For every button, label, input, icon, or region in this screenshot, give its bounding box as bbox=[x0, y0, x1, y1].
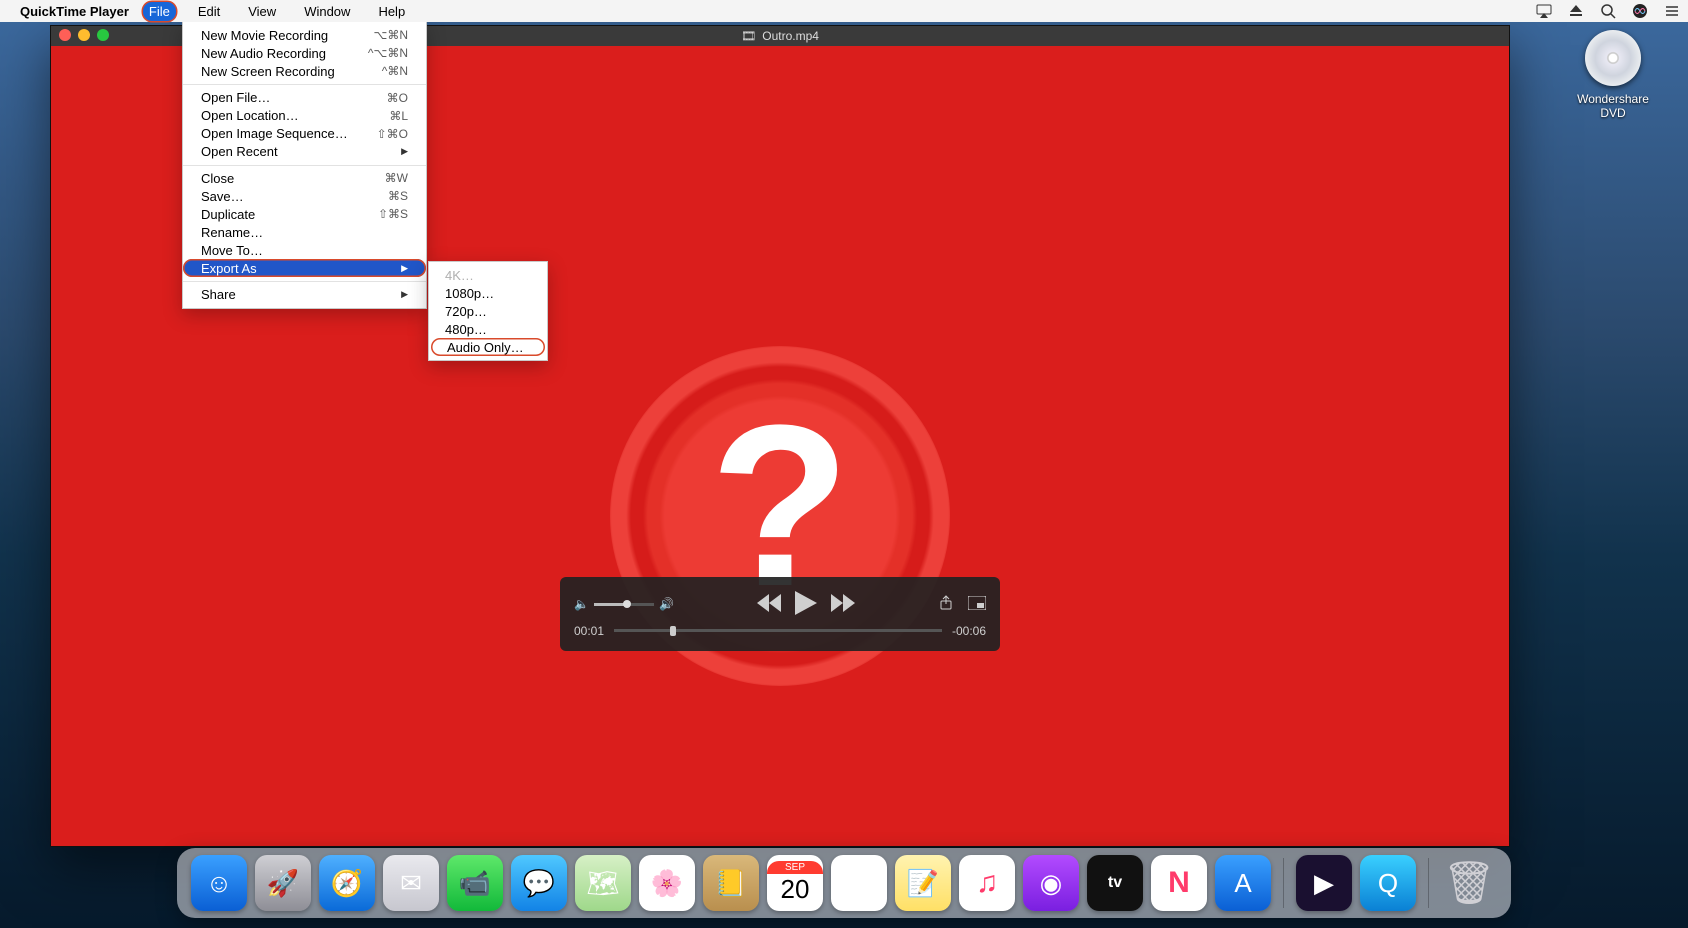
menu-open-file[interactable]: Open File…⌘O bbox=[183, 84, 426, 107]
dock-launchpad[interactable]: 🚀 bbox=[255, 855, 311, 911]
dock-quicktime[interactable]: Q bbox=[1360, 855, 1416, 911]
window-title: Outro.mp4 bbox=[762, 29, 819, 43]
player-controls: 🔈 🔊 00:01 -00:06 bbox=[560, 577, 1000, 651]
play-button[interactable] bbox=[795, 591, 817, 618]
menu-close[interactable]: Close⌘W bbox=[183, 165, 426, 188]
desktop-dvd-label: Wondershare DVD bbox=[1568, 92, 1658, 120]
desktop-dvd-icon[interactable]: Wondershare DVD bbox=[1568, 30, 1658, 120]
zoom-button[interactable] bbox=[97, 29, 109, 41]
forward-button[interactable] bbox=[831, 594, 855, 615]
file-icon: 🎞 bbox=[741, 29, 756, 43]
menu-new-audio[interactable]: New Audio Recording^⌥⌘N bbox=[183, 44, 426, 62]
close-button[interactable] bbox=[59, 29, 71, 41]
progress-slider[interactable] bbox=[614, 629, 942, 632]
export-audio-only[interactable]: Audio Only… bbox=[431, 338, 545, 356]
dock-divider bbox=[1283, 858, 1284, 908]
pip-icon[interactable] bbox=[968, 596, 986, 613]
elapsed-time: 00:01 bbox=[574, 624, 604, 638]
menu-share[interactable]: Share▶ bbox=[183, 281, 426, 304]
dock-reminders[interactable]: ≔ bbox=[831, 855, 887, 911]
list-icon[interactable] bbox=[1664, 3, 1680, 19]
dock-podcasts[interactable]: ◉ bbox=[1023, 855, 1079, 911]
menubar: QuickTime Player File Edit View Window H… bbox=[0, 0, 1688, 22]
eject-icon[interactable] bbox=[1568, 3, 1584, 19]
menu-new-movie[interactable]: New Movie Recording⌥⌘N bbox=[183, 26, 426, 44]
export-4k: 4K… bbox=[429, 266, 547, 284]
volume-mute-icon[interactable]: 🔈 bbox=[574, 597, 589, 611]
menu-move-to[interactable]: Move To… bbox=[183, 241, 426, 259]
dock-tv[interactable]: tv bbox=[1087, 855, 1143, 911]
menu-rename[interactable]: Rename… bbox=[183, 223, 426, 241]
menu-save[interactable]: Save…⌘S bbox=[183, 187, 426, 205]
remaining-time: -00:06 bbox=[952, 624, 986, 638]
menu-open-location[interactable]: Open Location…⌘L bbox=[183, 107, 426, 125]
minimize-button[interactable] bbox=[78, 29, 90, 41]
export-submenu: 4K… 1080p… 720p… 480p… Audio Only… bbox=[428, 261, 548, 361]
dock-notes[interactable]: 📝 bbox=[895, 855, 951, 911]
dock-photos[interactable]: 🌸 bbox=[639, 855, 695, 911]
airplay-icon[interactable] bbox=[1536, 3, 1552, 19]
dock: ☺🚀🧭✉︎📹💬🗺🌸📒SEP20≔📝♫◉tvNA ▶Q 🗑 bbox=[177, 848, 1511, 918]
app-name[interactable]: QuickTime Player bbox=[20, 4, 129, 19]
menu-new-screen[interactable]: New Screen Recording^⌘N bbox=[183, 62, 426, 80]
dock-maps[interactable]: 🗺 bbox=[575, 855, 631, 911]
dock-calendar[interactable]: SEP20 bbox=[767, 855, 823, 911]
rewind-button[interactable] bbox=[757, 594, 781, 615]
volume-slider[interactable] bbox=[594, 603, 654, 606]
export-720p[interactable]: 720p… bbox=[429, 302, 547, 320]
search-icon[interactable] bbox=[1600, 3, 1616, 19]
menu-window[interactable]: Window bbox=[298, 2, 356, 21]
siri-icon[interactable] bbox=[1632, 3, 1648, 19]
dock-divider bbox=[1428, 858, 1429, 908]
dock-facetime[interactable]: 📹 bbox=[447, 855, 503, 911]
export-480p[interactable]: 480p… bbox=[429, 320, 547, 338]
dock-trash[interactable]: 🗑 bbox=[1441, 855, 1497, 911]
dock-uniconverter[interactable]: ▶ bbox=[1296, 855, 1352, 911]
dock-mail[interactable]: ✉︎ bbox=[383, 855, 439, 911]
dock-appstore[interactable]: A bbox=[1215, 855, 1271, 911]
disc-icon bbox=[1585, 30, 1641, 86]
dock-contacts[interactable]: 📒 bbox=[703, 855, 759, 911]
menu-open-image-seq[interactable]: Open Image Sequence…⇧⌘O bbox=[183, 125, 426, 143]
dock-news[interactable]: N bbox=[1151, 855, 1207, 911]
share-icon[interactable] bbox=[938, 595, 954, 614]
menu-export-as[interactable]: Export As▶ bbox=[183, 259, 426, 277]
dock-finder[interactable]: ☺ bbox=[191, 855, 247, 911]
dock-music[interactable]: ♫ bbox=[959, 855, 1015, 911]
menu-help[interactable]: Help bbox=[372, 2, 411, 21]
export-1080p[interactable]: 1080p… bbox=[429, 284, 547, 302]
menu-file[interactable]: File bbox=[143, 2, 176, 21]
volume-max-icon[interactable]: 🔊 bbox=[659, 597, 674, 611]
menu-open-recent[interactable]: Open Recent▶ bbox=[183, 143, 426, 161]
dock-messages[interactable]: 💬 bbox=[511, 855, 567, 911]
menu-duplicate[interactable]: Duplicate⇧⌘S bbox=[183, 205, 426, 223]
dock-safari[interactable]: 🧭 bbox=[319, 855, 375, 911]
menu-edit[interactable]: Edit bbox=[192, 2, 226, 21]
menu-view[interactable]: View bbox=[242, 2, 282, 21]
file-menu-dropdown: New Movie Recording⌥⌘N New Audio Recordi… bbox=[182, 22, 427, 309]
